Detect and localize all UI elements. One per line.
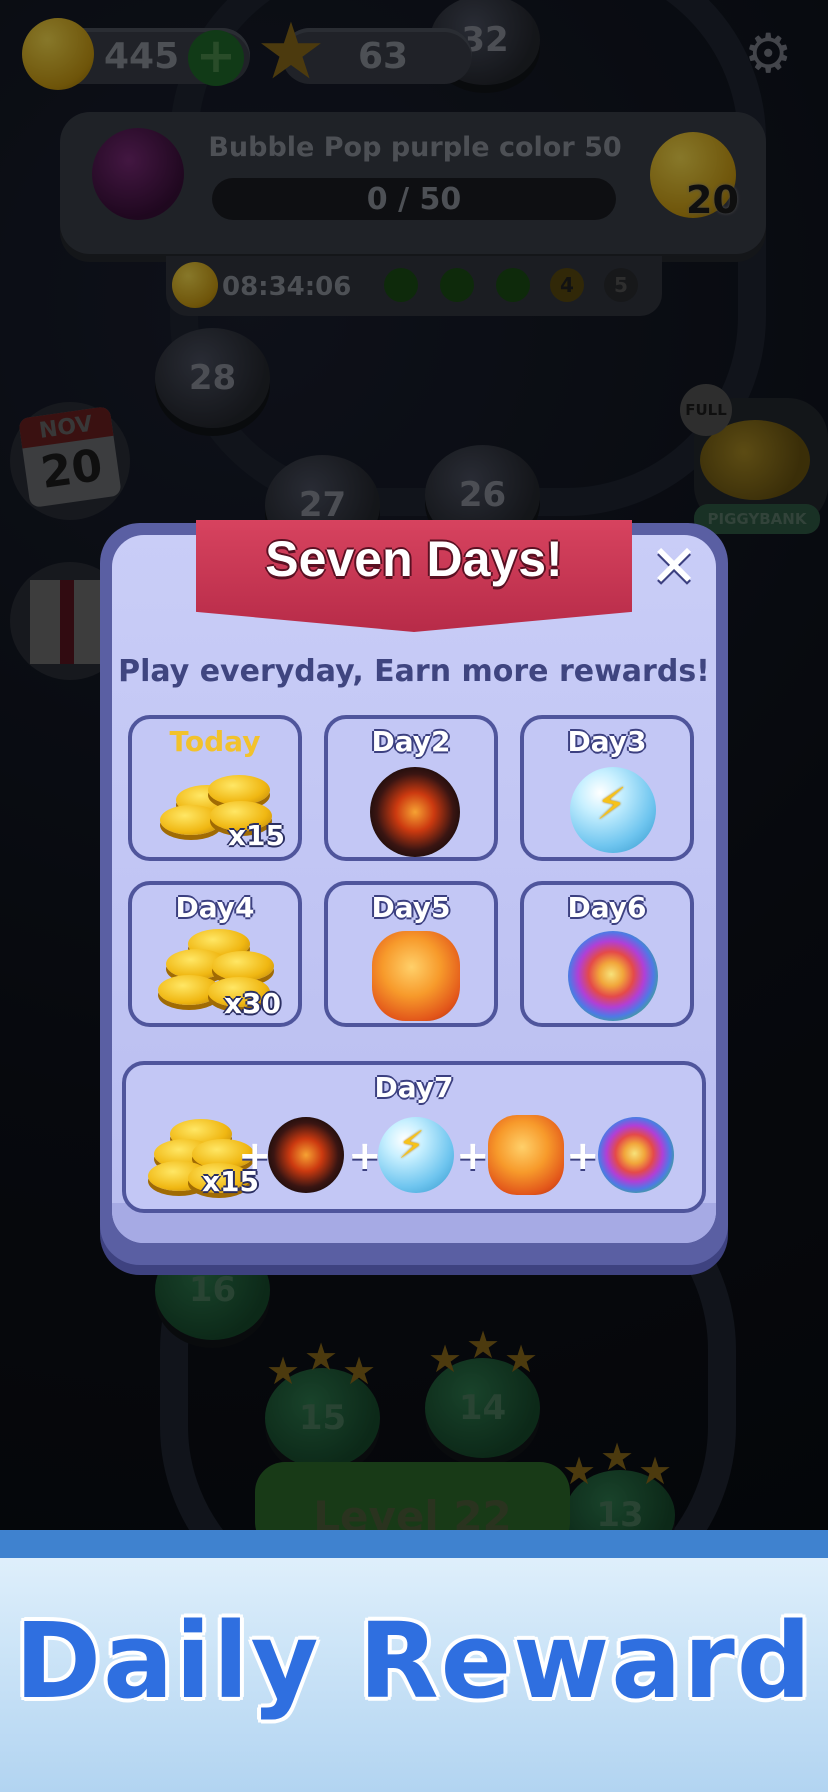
day-label: Day6	[567, 891, 647, 924]
bomb-icon	[268, 1117, 344, 1193]
fireball-icon	[488, 1115, 564, 1195]
bomb-icon	[370, 767, 460, 857]
popup-title: Seven Days!	[265, 531, 563, 587]
plus-sign: +	[566, 1133, 600, 1179]
plus-sign: +	[456, 1133, 490, 1179]
day-cell-today[interactable]: Today x15	[128, 715, 302, 861]
reward-qty: x30	[224, 987, 282, 1020]
lightning-icon: ⚡	[596, 779, 627, 830]
close-button[interactable]: ✕	[648, 537, 700, 595]
day-cell-day7[interactable]: Day7 x15 + + ⚡ + +	[122, 1061, 706, 1213]
day-label: Day7	[374, 1071, 454, 1104]
day-label: Day4	[175, 891, 255, 924]
day-cell-day3[interactable]: Day3 ⚡	[520, 715, 694, 861]
lightning-icon: ⚡	[398, 1123, 425, 1167]
day-cell-day4[interactable]: Day4 x30	[128, 881, 302, 1027]
rainbow-ball-icon	[568, 931, 658, 1021]
promo-title: Daily Reward	[14, 1600, 814, 1722]
day-cell-day2[interactable]: Day2	[324, 715, 498, 861]
day-label: Day2	[371, 725, 451, 758]
popup-subtitle: Play everyday, Earn more rewards!	[118, 654, 710, 689]
day-cell-day5[interactable]: Day5	[324, 881, 498, 1027]
plus-sign: +	[238, 1133, 272, 1179]
day-label: Day3	[567, 725, 647, 758]
rainbow-ball-icon	[598, 1117, 674, 1193]
plus-sign: +	[348, 1133, 382, 1179]
reward-qty: x15	[228, 819, 286, 852]
day-cell-day6[interactable]: Day6	[520, 881, 694, 1027]
promo-banner-stripe	[0, 1530, 828, 1558]
day-label: Day5	[371, 891, 451, 924]
fireball-icon	[372, 931, 460, 1021]
day-label: Today	[169, 725, 261, 758]
